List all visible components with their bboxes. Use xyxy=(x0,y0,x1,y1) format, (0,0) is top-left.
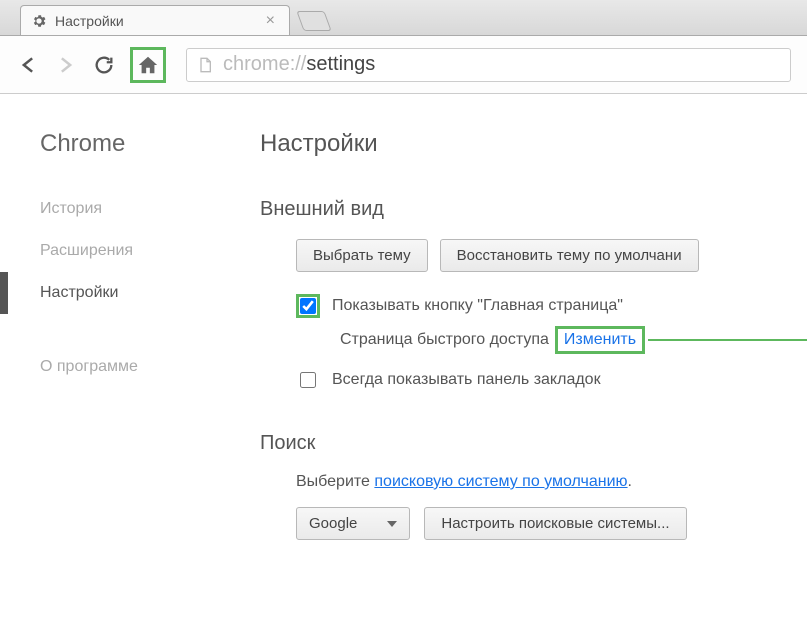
gear-icon xyxy=(31,13,47,29)
default-search-link[interactable]: поисковую систему по умолчанию xyxy=(374,473,627,490)
page-icon xyxy=(197,57,213,73)
tab-bar: Настройки × xyxy=(0,0,807,36)
annotation-line xyxy=(648,339,807,341)
back-button[interactable] xyxy=(16,53,40,77)
home-button[interactable] xyxy=(130,47,166,83)
bookmarks-label: Всегда показывать панель закладок xyxy=(332,371,601,389)
ntp-label: Страница быстрого доступа xyxy=(340,331,549,349)
bookmarks-checkbox-wrap xyxy=(296,368,320,392)
reset-theme-button[interactable]: Восстановить тему по умолчани xyxy=(440,239,699,272)
main-panel: Настройки Внешний вид Выбрать тему Восст… xyxy=(230,94,807,625)
search-controls-row: Google Настроить поисковые системы... xyxy=(296,507,807,540)
content-area: Chrome История Расширения Настройки О пр… xyxy=(0,94,807,625)
sidebar-item-about[interactable]: О программе xyxy=(0,338,230,376)
search-engine-select[interactable]: Google xyxy=(296,507,410,540)
close-icon[interactable]: × xyxy=(262,12,279,30)
section-search-heading: Поиск xyxy=(260,432,807,455)
search-engine-value: Google xyxy=(309,515,357,532)
sidebar-item-settings[interactable]: Настройки xyxy=(0,272,230,314)
manage-search-button[interactable]: Настроить поисковые системы... xyxy=(424,507,686,540)
theme-button-row: Выбрать тему Восстановить тему по умолча… xyxy=(296,239,807,272)
choose-theme-button[interactable]: Выбрать тему xyxy=(296,239,428,272)
page-title: Настройки xyxy=(260,130,807,158)
show-home-checkbox-wrap xyxy=(296,294,320,318)
change-link[interactable]: Изменить xyxy=(555,326,645,354)
show-home-row: Показывать кнопку "Главная страница" xyxy=(296,294,807,318)
chevron-down-icon xyxy=(387,521,397,527)
show-home-checkbox[interactable] xyxy=(300,298,316,314)
browser-tab[interactable]: Настройки × xyxy=(20,5,290,35)
reload-button[interactable] xyxy=(92,53,116,77)
search-section: Поиск Выберите поисковую систему по умол… xyxy=(260,432,807,540)
bookmarks-row: Всегда показывать панель закладок xyxy=(296,368,807,392)
section-appearance-heading: Внешний вид xyxy=(260,198,807,221)
sidebar-title: Chrome xyxy=(0,130,230,188)
sidebar-item-history[interactable]: История xyxy=(0,188,230,230)
bookmarks-checkbox[interactable] xyxy=(300,372,316,388)
show-home-label: Показывать кнопку "Главная страница" xyxy=(332,297,623,315)
sidebar-item-extensions[interactable]: Расширения xyxy=(0,230,230,272)
new-tab-button[interactable] xyxy=(296,11,331,31)
search-description: Выберите поисковую систему по умолчанию. xyxy=(296,473,807,491)
forward-button[interactable] xyxy=(54,53,78,77)
toolbar: chrome://settings xyxy=(0,36,807,94)
ntp-row: Страница быстрого доступа Изменить xyxy=(340,326,807,354)
url-text: chrome://settings xyxy=(223,53,375,76)
address-bar[interactable]: chrome://settings xyxy=(186,48,791,82)
sidebar: Chrome История Расширения Настройки О пр… xyxy=(0,94,230,625)
tab-title: Настройки xyxy=(55,13,262,29)
